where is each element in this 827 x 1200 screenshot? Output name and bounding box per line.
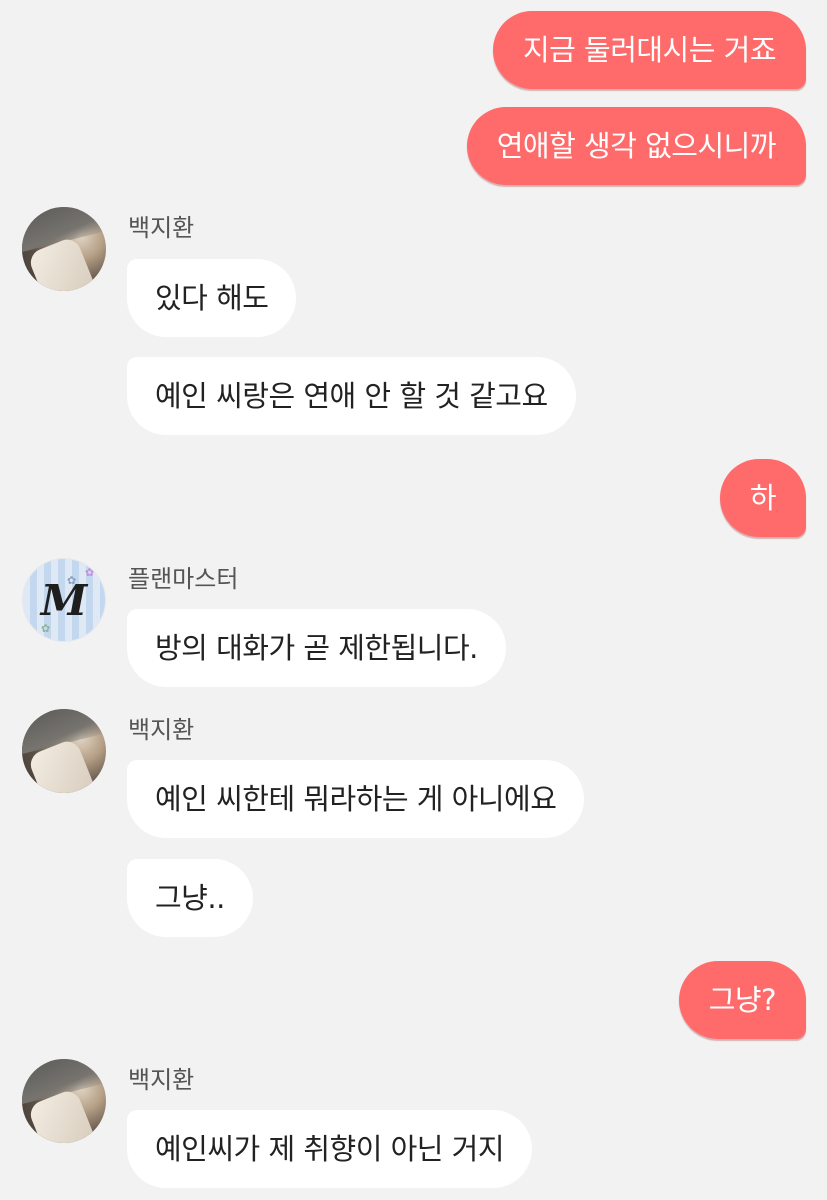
their-message-bubble[interactable]: 방의 대화가 곧 제한됩니다. <box>127 609 506 687</box>
sender-name: 백지환 <box>128 716 195 744</box>
their-message-bubble[interactable]: 예인 씨한테 뭐라하는 게 아니에요 <box>127 760 585 838</box>
message-text: 있다 해도 <box>155 281 269 315</box>
sender-avatar[interactable] <box>22 709 106 793</box>
my-message-bubble[interactable]: 연애할 생각 없으시니까 <box>466 107 806 185</box>
their-message-bubble[interactable]: 있다 해도 <box>127 259 297 337</box>
message-text: 그냥.. <box>155 881 225 915</box>
sender-avatar[interactable] <box>22 1059 106 1143</box>
their-message-bubble[interactable]: 예인 씨랑은 연애 안 할 것 같고요 <box>127 357 576 435</box>
message-text: 방의 대화가 곧 제한됩니다. <box>155 631 478 665</box>
sender-name: 백지환 <box>128 1066 195 1094</box>
message-text: 연애할 생각 없으시니까 <box>496 129 777 163</box>
my-message-bubble[interactable]: 지금 둘러대시는 거죠 <box>492 11 806 89</box>
their-message-bubble[interactable]: 예인씨가 제 취향이 아닌 거지 <box>127 1110 533 1188</box>
message-text: 그냥? <box>708 983 777 1017</box>
sender-avatar[interactable]: ✿ ✿ ✿ M <box>22 558 106 642</box>
message-text: 예인 씨한테 뭐라하는 게 아니에요 <box>155 782 557 816</box>
message-text: 예인씨가 제 취향이 아닌 거지 <box>155 1132 505 1166</box>
my-message-bubble[interactable]: 그냥? <box>678 961 806 1039</box>
message-text: 예인 씨랑은 연애 안 할 것 같고요 <box>155 379 548 413</box>
message-text: 지금 둘러대시는 거죠 <box>522 33 777 67</box>
sender-name: 백지환 <box>128 214 195 242</box>
sender-avatar[interactable] <box>22 207 106 291</box>
message-text: 하 <box>749 481 777 515</box>
monogram-text: M <box>40 576 88 625</box>
their-message-bubble[interactable]: 그냥.. <box>127 859 253 937</box>
my-message-bubble[interactable]: 하 <box>719 459 806 537</box>
sender-name: 플랜마스터 <box>128 565 239 593</box>
